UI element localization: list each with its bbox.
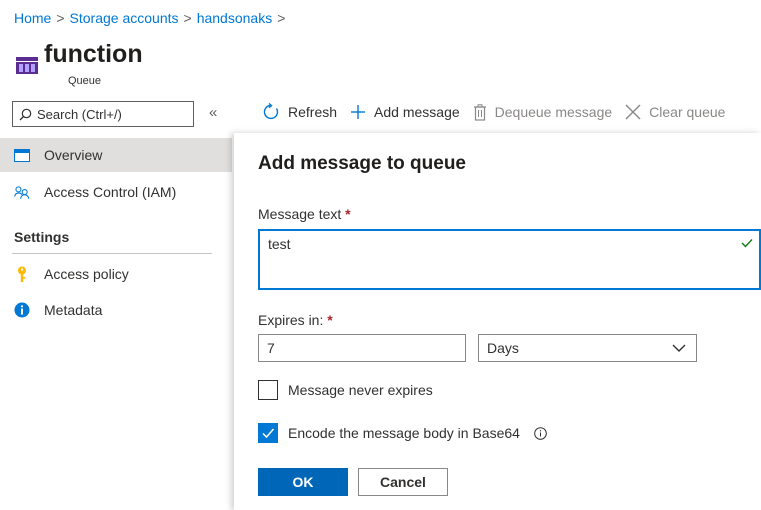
- page-title: function: [44, 40, 143, 68]
- never-expires-checkbox[interactable]: [258, 380, 278, 400]
- collapse-sidebar-button[interactable]: «: [209, 104, 217, 121]
- search-icon: [19, 108, 32, 120]
- info-icon: [14, 302, 30, 318]
- search-input[interactable]: [37, 106, 167, 122]
- plus-icon: [351, 105, 366, 119]
- never-expires-label: Message never expires: [288, 382, 433, 398]
- checkmark-icon: [262, 428, 275, 439]
- queue-icon: [16, 57, 38, 74]
- message-text-label: Message text *: [258, 206, 351, 222]
- close-icon: [625, 104, 641, 120]
- dequeue-message-button[interactable]: Dequeue message: [473, 103, 613, 121]
- ok-button[interactable]: OK: [258, 468, 348, 496]
- breadcrumb-separator: >: [183, 10, 192, 26]
- dequeue-message-label: Dequeue message: [494, 104, 613, 120]
- expires-value-input[interactable]: 7: [258, 334, 466, 362]
- chevron-down-icon: [672, 344, 686, 352]
- sidebar-item-access-policy[interactable]: Access policy: [0, 257, 232, 291]
- sidebar-item-label: Access policy: [44, 266, 129, 282]
- add-message-label: Add message: [374, 104, 460, 120]
- message-text-value: test: [268, 236, 291, 252]
- refresh-label: Refresh: [288, 104, 338, 120]
- search-box[interactable]: [12, 101, 194, 127]
- add-message-panel: Add message to queue Message text * test…: [234, 133, 761, 510]
- expires-value: 7: [267, 340, 275, 356]
- message-text-field[interactable]: test: [258, 229, 761, 290]
- sidebar-divider: [12, 253, 212, 254]
- add-message-button[interactable]: Add message: [350, 104, 460, 120]
- expires-label-text: Expires in:: [258, 312, 324, 328]
- clear-queue-button[interactable]: Clear queue: [625, 104, 725, 120]
- refresh-icon: [263, 103, 279, 120]
- sidebar-item-label: Metadata: [44, 302, 103, 318]
- info-tooltip-icon[interactable]: [534, 427, 547, 440]
- trash-icon: [473, 103, 486, 121]
- breadcrumb-separator: >: [277, 10, 286, 26]
- expires-unit-value: Days: [487, 340, 519, 356]
- sidebar-item-label: Access Control (IAM): [44, 184, 177, 200]
- command-bar: Refresh Add message Dequeue message Clea…: [262, 103, 738, 121]
- breadcrumb-separator: >: [56, 10, 65, 26]
- required-marker: *: [327, 312, 333, 328]
- refresh-button[interactable]: Refresh: [262, 103, 337, 121]
- key-icon: [14, 266, 30, 283]
- encode-base64-checkbox[interactable]: [258, 423, 278, 443]
- sidebar-item-metadata[interactable]: Metadata: [0, 293, 232, 327]
- page-subtitle: Queue: [68, 75, 102, 87]
- expires-label: Expires in: *: [258, 312, 333, 328]
- iam-people-icon: [14, 185, 30, 200]
- expires-unit-select[interactable]: Days: [478, 334, 697, 362]
- required-marker: *: [345, 206, 351, 222]
- sidebar-item-iam[interactable]: Access Control (IAM): [0, 175, 232, 209]
- cancel-button[interactable]: Cancel: [358, 468, 448, 496]
- panel-title: Add message to queue: [258, 153, 466, 174]
- breadcrumb-home[interactable]: Home: [14, 10, 51, 26]
- encode-base64-label: Encode the message body in Base64: [288, 425, 520, 441]
- clear-queue-label: Clear queue: [649, 104, 726, 120]
- breadcrumb-storage-accounts[interactable]: Storage accounts: [70, 10, 179, 26]
- valid-checkmark-icon: [741, 239, 753, 248]
- breadcrumb-handsonaks[interactable]: handsonaks: [197, 10, 273, 26]
- breadcrumb: Home > Storage accounts > handsonaks >: [14, 10, 290, 26]
- sidebar-item-overview[interactable]: Overview: [0, 138, 232, 172]
- settings-heading: Settings: [14, 229, 70, 245]
- message-text-label-text: Message text: [258, 206, 342, 222]
- sidebar-item-label: Overview: [44, 147, 103, 163]
- overview-icon: [14, 148, 30, 162]
